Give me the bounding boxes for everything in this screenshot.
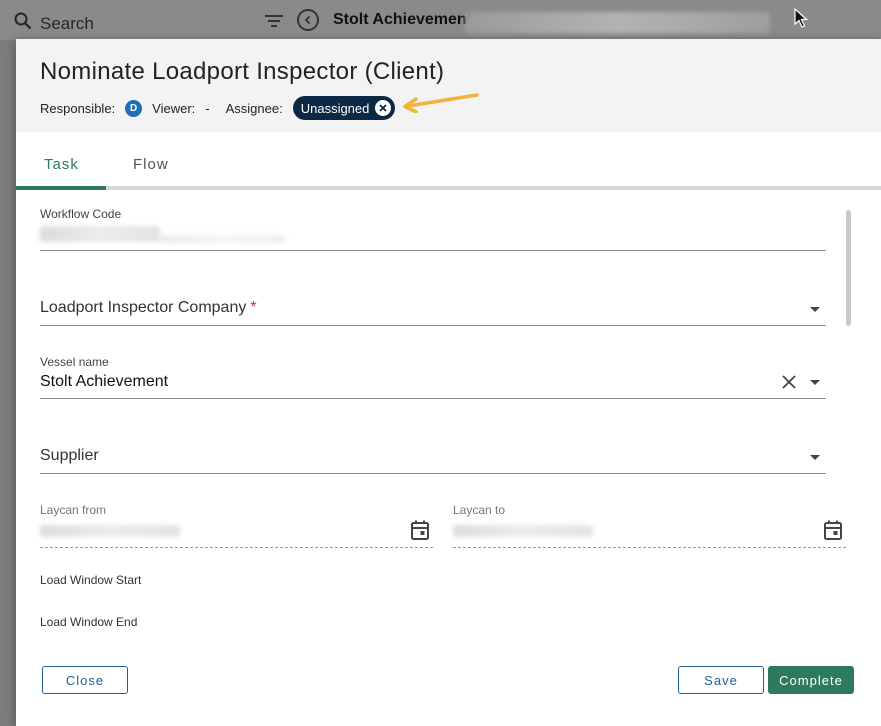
mouse-cursor-icon xyxy=(794,7,809,33)
background-blurred-info xyxy=(465,12,770,34)
tab-task[interactable]: Task xyxy=(44,156,79,173)
supplier-select[interactable]: Supplier xyxy=(40,447,826,474)
responsible-avatar[interactable]: D xyxy=(125,99,143,117)
laycan-from-underline xyxy=(40,547,433,548)
load-window-end-label: Load Window End xyxy=(40,615,138,629)
laycan-to-underline xyxy=(453,547,846,548)
remove-assignee-icon[interactable] xyxy=(375,100,392,116)
loadport-inspector-select[interactable]: Loadport Inspector Company * xyxy=(40,299,826,326)
background-vessel-title: Stolt Achievement xyxy=(333,11,472,28)
load-window-start-label: Load Window Start xyxy=(40,573,142,587)
supplier-label: Supplier xyxy=(40,447,99,464)
complete-button[interactable]: Complete xyxy=(768,666,854,694)
workflow-code-value-extra xyxy=(160,235,286,243)
responsible-label: Responsible: xyxy=(40,100,116,116)
task-dialog: Nominate Loadport Inspector (Client) Res… xyxy=(16,39,881,726)
close-button[interactable]: Close xyxy=(42,666,128,694)
annotation-arrow-icon xyxy=(400,89,480,118)
vessel-name-value: Stolt Achievement xyxy=(40,373,169,390)
search-label: Search xyxy=(40,13,94,33)
scrollbar[interactable] xyxy=(846,210,851,326)
tab-flow[interactable]: Flow xyxy=(133,156,169,173)
required-marker: * xyxy=(250,299,257,316)
calendar-icon[interactable] xyxy=(411,520,429,545)
clear-icon[interactable] xyxy=(782,375,796,394)
laycan-from-label: Laycan from xyxy=(40,503,107,517)
assignment-row: Responsible: D Viewer: - Assignee: Unass… xyxy=(40,95,396,121)
laycan-to-field[interactable]: Laycan to xyxy=(453,503,846,548)
vessel-name-underline xyxy=(40,398,826,399)
assignee-label: Assignee: xyxy=(225,100,283,116)
loadport-inspector-label: Loadport Inspector Company xyxy=(40,299,247,316)
filter-icon[interactable] xyxy=(264,14,284,33)
viewer-value: - xyxy=(205,100,210,116)
background-search[interactable]: Search xyxy=(14,12,94,35)
laycan-from-field[interactable]: Laycan from xyxy=(40,503,433,548)
chevron-down-icon[interactable] xyxy=(810,380,820,385)
assignee-chip-label: Unassigned xyxy=(300,100,370,116)
tab-bar: Task Flow xyxy=(16,132,881,190)
save-button[interactable]: Save xyxy=(678,666,764,694)
assignee-chip[interactable]: Unassigned xyxy=(292,96,396,120)
chevron-down-icon[interactable] xyxy=(810,307,820,312)
back-icon[interactable] xyxy=(297,9,319,31)
workflow-code-value xyxy=(40,226,160,242)
viewer-label: Viewer: xyxy=(152,100,196,116)
workflow-code-field[interactable]: Workflow Code xyxy=(40,207,826,251)
dialog-header: Nominate Loadport Inspector (Client) Res… xyxy=(16,39,881,132)
dialog-title: Nominate Loadport Inspector (Client) xyxy=(40,58,445,85)
vessel-name-label: Vessel name xyxy=(40,355,109,369)
loadport-inspector-underline xyxy=(40,325,826,326)
chevron-down-icon[interactable] xyxy=(810,455,820,460)
laycan-from-value xyxy=(40,525,180,537)
active-tab-indicator xyxy=(16,186,106,190)
workflow-code-underline xyxy=(40,250,826,251)
laycan-to-label: Laycan to xyxy=(453,503,506,517)
laycan-to-value xyxy=(453,525,593,537)
search-icon xyxy=(14,12,32,35)
workflow-code-label: Workflow Code xyxy=(40,207,122,221)
calendar-icon[interactable] xyxy=(824,520,842,545)
supplier-underline xyxy=(40,473,826,474)
vessel-name-select[interactable]: Vessel name Stolt Achievement xyxy=(40,355,826,400)
